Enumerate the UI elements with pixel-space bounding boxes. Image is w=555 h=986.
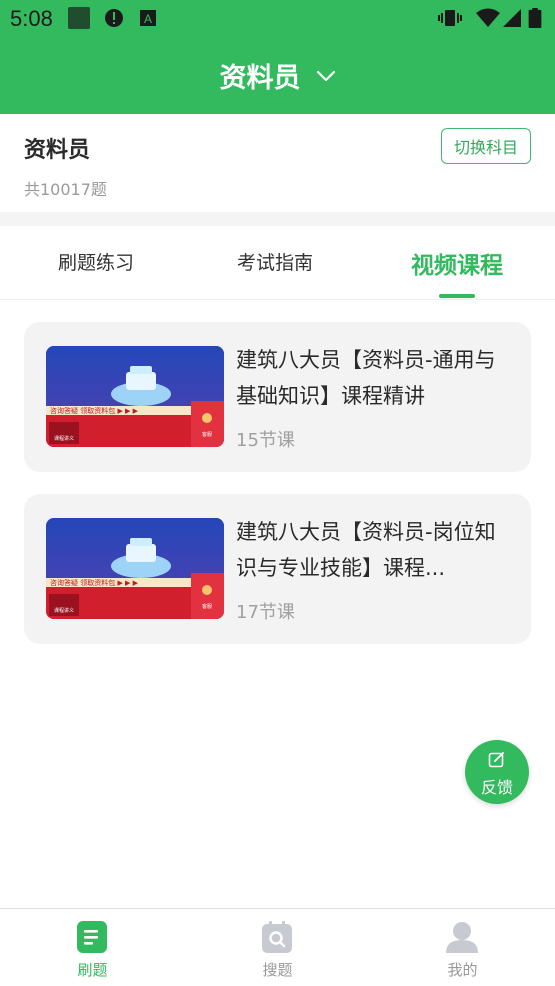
svg-text:课程讲义: 课程讲义 (54, 607, 74, 614)
tab-video-courses[interactable]: 视频课程 (411, 246, 503, 280)
course-card[interactable]: 咨询答疑 领取资料包 ▶ ▶ ▶ 课程讲义 客服 建筑八大员【资料员-岗位知识与… (24, 494, 531, 644)
edit-icon (488, 752, 504, 768)
document-icon (77, 921, 107, 953)
search-calendar-icon (262, 921, 292, 953)
nav-practice[interactable]: 刷题 (0, 909, 185, 986)
lesson-count: 17节课 (236, 602, 295, 623)
active-tab-indicator (439, 294, 475, 298)
svg-text:课程讲义: 课程讲义 (54, 435, 74, 442)
feedback-label: 反馈 (480, 778, 513, 797)
status-bar: 5:08 A (0, 0, 555, 36)
nav-profile[interactable]: 我的 (370, 909, 555, 986)
svg-text:客服: 客服 (202, 431, 212, 438)
feedback-button[interactable]: 反馈 (465, 740, 529, 804)
chevron-down-icon (316, 70, 335, 81)
thumb-banner-text: 咨询答疑 领取资料包 ▶ ▶ ▶ (50, 406, 139, 415)
nav-search[interactable]: 搜题 (185, 909, 370, 986)
subject-info: 资料员 共10017题 切换科目 (0, 114, 555, 212)
user-icon (446, 922, 478, 953)
signal-icon (503, 9, 521, 27)
app-notification-icon (68, 7, 90, 29)
app-header: 资料员 (0, 36, 555, 114)
lesson-count: 15节课 (236, 430, 295, 451)
header-title: 资料员 (219, 63, 301, 94)
svg-text:客服: 客服 (202, 603, 212, 610)
subject-dropdown[interactable]: 资料员 (0, 56, 555, 95)
course-thumbnail: 咨询答疑 领取资料包 ▶ ▶ ▶ 课程讲义 客服 (46, 518, 224, 619)
tab-exam-guide[interactable]: 考试指南 (237, 248, 313, 275)
nav-label: 搜题 (262, 961, 293, 979)
tab-practice[interactable]: 刷题练习 (58, 248, 134, 275)
section-divider (0, 212, 555, 226)
subject-name: 资料员 (24, 138, 91, 163)
text-input-icon: A (140, 10, 156, 26)
thumb-banner-text: 咨询答疑 领取资料包 ▶ ▶ ▶ (50, 578, 139, 587)
status-time: 5:08 (10, 6, 53, 31)
course-card[interactable]: 咨询答疑 领取资料包 ▶ ▶ ▶ 课程讲义 客服 建筑八大员【资料员-通用与基础… (24, 322, 531, 472)
tab-bar: 刷题练习 考试指南 视频课程 (0, 226, 555, 300)
battery-icon (528, 8, 542, 28)
nav-label: 刷题 (77, 961, 108, 979)
bottom-nav: 刷题 搜题 我的 (0, 908, 555, 986)
alert-icon (105, 9, 123, 27)
svg-text:A: A (144, 12, 152, 26)
course-title: 建筑八大员【资料员-通用与基础知识】课程精讲 (236, 348, 496, 408)
course-thumbnail: 咨询答疑 领取资料包 ▶ ▶ ▶ 课程讲义 客服 (46, 346, 224, 447)
nav-label: 我的 (447, 961, 478, 979)
vibrate-icon (438, 10, 462, 26)
wifi-icon (476, 8, 500, 27)
course-title: 建筑八大员【资料员-岗位知识与专业技能】课程... (236, 520, 496, 580)
switch-subject-button[interactable]: 切换科目 (441, 128, 531, 164)
question-count: 共10017题 (24, 180, 107, 199)
